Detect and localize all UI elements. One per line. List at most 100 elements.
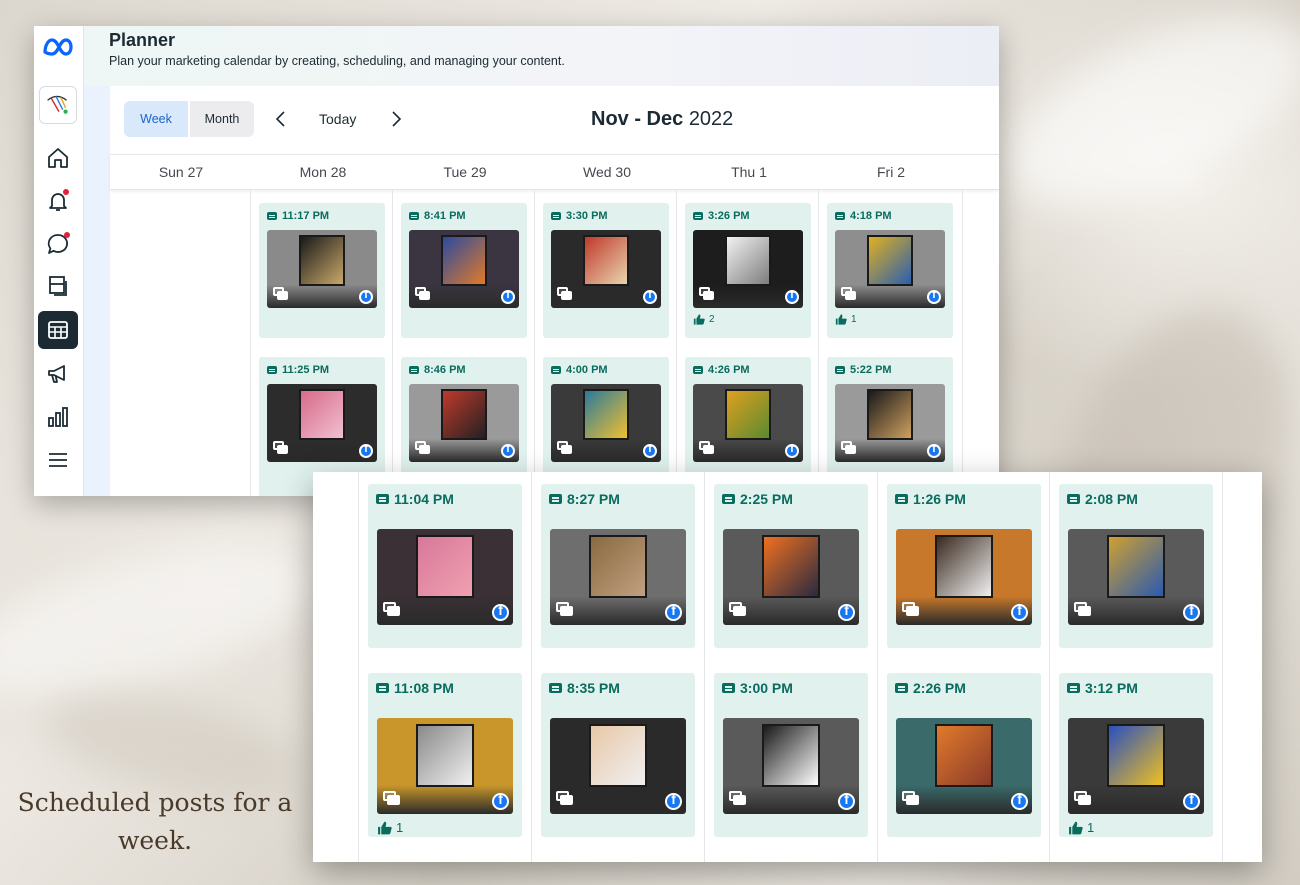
- post-thumbnail[interactable]: f: [377, 529, 513, 625]
- post-time-label: 2:25 PM: [740, 491, 793, 507]
- post-thumbnail[interactable]: f: [550, 718, 686, 814]
- facebook-icon: f: [927, 290, 941, 304]
- scheduled-post-card[interactable]: 2:26 PM f: [887, 673, 1041, 837]
- facebook-icon: f: [665, 793, 682, 810]
- today-button[interactable]: Today: [319, 111, 356, 127]
- day-header-row: Sun 27 Mon 28 Tue 29 Wed 30 Thu 1 Fri 2: [110, 154, 999, 190]
- artwork-image: [762, 534, 820, 599]
- next-icon[interactable]: [386, 108, 406, 130]
- carousel-icon: [383, 602, 400, 619]
- day-header: Thu 1: [731, 164, 767, 180]
- artwork-image: [935, 534, 993, 599]
- scheduled-post-card[interactable]: 11:17 PM f: [259, 203, 385, 338]
- artwork-image: [724, 234, 772, 287]
- scheduled-post-card[interactable]: 4:18 PM f 1: [827, 203, 953, 338]
- carousel-icon: [415, 441, 430, 456]
- sidebar: [34, 26, 84, 496]
- caption-line: week.: [117, 826, 193, 855]
- post-thumbnail[interactable]: f: [1068, 529, 1204, 625]
- likes-count: 1: [377, 820, 403, 835]
- post-thumbnail[interactable]: f: [896, 529, 1032, 625]
- scheduled-post-card[interactable]: 3:26 PM f 2: [685, 203, 811, 338]
- day-header: Wed 30: [583, 164, 631, 180]
- artwork-image: [762, 723, 820, 788]
- post-thumbnail[interactable]: f: [693, 384, 803, 462]
- facebook-icon: f: [643, 444, 657, 458]
- facebook-icon: f: [359, 444, 373, 458]
- post-type-icon: [895, 682, 908, 694]
- post-thumbnail[interactable]: f: [409, 230, 519, 308]
- scheduled-post-card[interactable]: 3:12 PM f 1: [1059, 673, 1213, 837]
- carousel-icon: [699, 287, 714, 302]
- month-toggle-button[interactable]: Month: [190, 101, 254, 137]
- post-time: 2:25 PM: [722, 491, 793, 507]
- artwork-image: [582, 388, 630, 441]
- thumbs-up-icon: [835, 314, 847, 325]
- post-thumbnail[interactable]: f: [377, 718, 513, 814]
- post-type-icon: [376, 493, 389, 505]
- meta-logo-icon[interactable]: [41, 34, 77, 60]
- bar-chart-icon[interactable]: [46, 405, 70, 429]
- post-thumbnail[interactable]: f: [409, 384, 519, 462]
- facebook-icon: f: [1183, 604, 1200, 621]
- post-thumbnail[interactable]: f: [723, 718, 859, 814]
- carousel-icon: [841, 441, 856, 456]
- column-divider: [818, 190, 819, 496]
- scheduled-post-card[interactable]: 2:25 PM f: [714, 484, 868, 648]
- post-thumbnail[interactable]: f: [267, 384, 377, 462]
- range-months: Nov - Dec: [591, 108, 684, 130]
- scheduled-post-card[interactable]: 11:08 PM f 1: [368, 673, 522, 837]
- scheduled-post-card[interactable]: 11:04 PM f: [368, 484, 522, 648]
- post-thumbnail[interactable]: f: [896, 718, 1032, 814]
- post-type-icon: [549, 682, 562, 694]
- scheduled-post-card[interactable]: 3:00 PM f: [714, 673, 868, 837]
- post-time-label: 11:08 PM: [394, 680, 454, 696]
- post-thumbnail[interactable]: f: [835, 230, 945, 308]
- column-divider: [250, 190, 251, 496]
- post-thumbnail[interactable]: f: [551, 230, 661, 308]
- post-thumbnail[interactable]: f: [551, 384, 661, 462]
- scheduled-post-card[interactable]: 2:08 PM f: [1059, 484, 1213, 648]
- facebook-icon: f: [785, 290, 799, 304]
- post-thumbnail[interactable]: f: [723, 529, 859, 625]
- post-time: 11:17 PM: [267, 210, 329, 222]
- content-icon[interactable]: [46, 274, 70, 298]
- sidebar-accent: [84, 26, 110, 496]
- facebook-icon: f: [838, 793, 855, 810]
- post-thumbnail[interactable]: f: [693, 230, 803, 308]
- post-type-icon: [549, 493, 562, 505]
- scheduled-post-card[interactable]: 8:35 PM f: [541, 673, 695, 837]
- page-avatar[interactable]: [39, 86, 77, 124]
- thumbs-up-icon: [378, 821, 392, 834]
- artwork-image: [589, 723, 647, 788]
- post-thumbnail[interactable]: f: [550, 529, 686, 625]
- scheduled-post-card[interactable]: 8:27 PM f: [541, 484, 695, 648]
- post-type-icon: [722, 682, 735, 694]
- column-divider: [704, 472, 705, 862]
- artwork-image: [440, 234, 488, 287]
- carousel-icon: [273, 287, 288, 302]
- artwork-image: [582, 234, 630, 287]
- post-time-label: 11:25 PM: [282, 364, 330, 376]
- week-toggle-button[interactable]: Week: [124, 101, 188, 137]
- scheduled-post-card[interactable]: 1:26 PM f: [887, 484, 1041, 648]
- carousel-icon: [557, 287, 572, 302]
- home-icon[interactable]: [46, 146, 70, 170]
- column-divider: [877, 472, 878, 862]
- facebook-icon: f: [1011, 604, 1028, 621]
- megaphone-icon[interactable]: [46, 362, 70, 386]
- planner-nav-item[interactable]: [38, 311, 78, 349]
- post-type-icon: [835, 212, 845, 220]
- scheduled-post-card[interactable]: 8:41 PM f: [401, 203, 527, 338]
- post-thumbnail[interactable]: f: [267, 230, 377, 308]
- post-thumbnail[interactable]: f: [1068, 718, 1204, 814]
- post-time: 5:22 PM: [835, 364, 892, 376]
- scheduled-post-card[interactable]: 3:30 PM f: [543, 203, 669, 338]
- day-header: Mon 28: [299, 164, 347, 180]
- post-thumbnail[interactable]: f: [835, 384, 945, 462]
- post-time: 4:18 PM: [835, 210, 892, 222]
- previous-icon[interactable]: [271, 108, 291, 130]
- facebook-icon: f: [359, 290, 373, 304]
- menu-icon[interactable]: [46, 448, 70, 472]
- page-subtitle: Plan your marketing calendar by creating…: [109, 54, 565, 68]
